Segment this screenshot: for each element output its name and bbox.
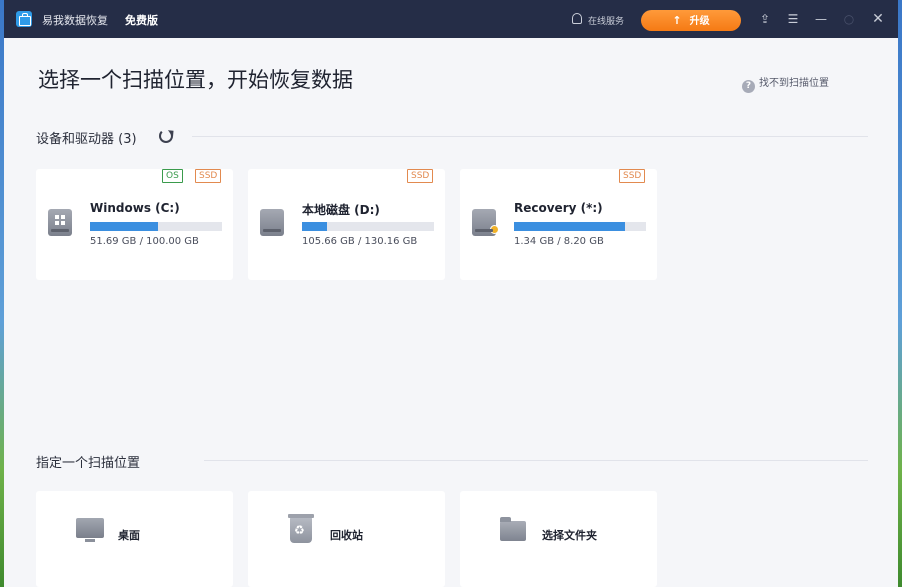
ssd-tag: SSD — [619, 169, 646, 183]
devices-section-title: 设备和驱动器 (3) — [36, 132, 137, 147]
support-icon[interactable] — [572, 13, 582, 24]
close-icon[interactable]: ✕ — [871, 12, 885, 26]
usage-bar — [514, 222, 646, 231]
location-label: 回收站 — [330, 529, 363, 542]
menu-icon[interactable]: ☰ — [786, 12, 800, 26]
page-title: 选择一个扫描位置，开始恢复数据 — [38, 68, 353, 92]
upload-icon[interactable]: ⇪ — [758, 12, 772, 26]
app-window: 易我数据恢复 免费版 在线服务 ↑ 升级 ⇪ ☰ — ○ ✕ 选择一个扫描位置，开… — [4, 0, 898, 587]
windows-logo-icon — [55, 215, 65, 225]
windows-drive-icon — [48, 209, 72, 236]
location-card-desktop[interactable]: 桌面 — [36, 491, 233, 587]
help-link[interactable]: ? 找不到扫描位置 — [742, 74, 829, 93]
usage-bar-fill — [90, 222, 159, 231]
refresh-icon[interactable] — [159, 129, 173, 143]
usage-bar-fill — [302, 222, 328, 231]
location-label: 桌面 — [118, 529, 140, 542]
ssd-tag: SSD — [407, 169, 434, 183]
location-card-recycle-bin[interactable]: 回收站 — [248, 491, 445, 587]
drive-size: 105.66 GB / 130.16 GB — [302, 236, 418, 247]
edition-label: 免费版 — [125, 14, 158, 27]
usage-bar — [302, 222, 434, 231]
maximize-icon[interactable]: ○ — [842, 12, 856, 26]
locations-section-title: 指定一个扫描位置 — [36, 456, 141, 471]
upgrade-label: 升级 — [689, 16, 710, 27]
drive-card-d[interactable]: SSD 本地磁盘 (D:) 105.66 GB / 130.16 GB — [248, 169, 445, 280]
ssd-tag: SSD — [195, 169, 222, 183]
upgrade-button[interactable]: ↑ 升级 — [641, 10, 741, 31]
drive-card-recovery[interactable]: SSD Recovery (*:) 1.34 GB / 8.20 GB — [460, 169, 657, 280]
usage-bar-fill — [514, 222, 625, 231]
drive-card-c[interactable]: OS SSD Windows (C:) 51.69 GB / 100.00 GB — [36, 169, 233, 280]
recycle-bin-icon — [288, 514, 314, 543]
title-bar: 易我数据恢复 免费版 在线服务 ↑ 升级 ⇪ ☰ — ○ ✕ — [4, 0, 898, 38]
drive-name: 本地磁盘 (D:) — [302, 203, 380, 217]
help-label: 找不到扫描位置 — [759, 78, 829, 89]
drive-name: Recovery (*:) — [514, 201, 603, 215]
desktop-icon — [76, 518, 104, 542]
minimize-icon[interactable]: — — [814, 12, 828, 26]
os-tag: OS — [162, 169, 183, 183]
question-icon: ? — [742, 80, 755, 93]
drive-name: Windows (C:) — [90, 201, 180, 215]
location-label: 选择文件夹 — [542, 529, 597, 542]
usage-bar — [90, 222, 222, 231]
drive-size: 51.69 GB / 100.00 GB — [90, 236, 199, 247]
main-content: 选择一个扫描位置，开始恢复数据 ? 找不到扫描位置 设备和驱动器 (3) OS S… — [4, 38, 898, 587]
app-name: 易我数据恢复 — [42, 14, 108, 27]
lock-badge-icon — [490, 225, 499, 234]
section-divider — [204, 460, 868, 461]
section-divider — [192, 136, 868, 137]
support-link[interactable]: 在线服务 — [588, 14, 624, 27]
locked-drive-icon — [472, 209, 499, 236]
hard-drive-icon — [260, 209, 284, 236]
app-logo-icon — [16, 11, 32, 27]
arrow-up-icon: ↑ — [672, 14, 682, 27]
location-card-folder[interactable]: 选择文件夹 — [460, 491, 657, 587]
folder-icon — [500, 517, 526, 541]
drive-size: 1.34 GB / 8.20 GB — [514, 236, 604, 247]
